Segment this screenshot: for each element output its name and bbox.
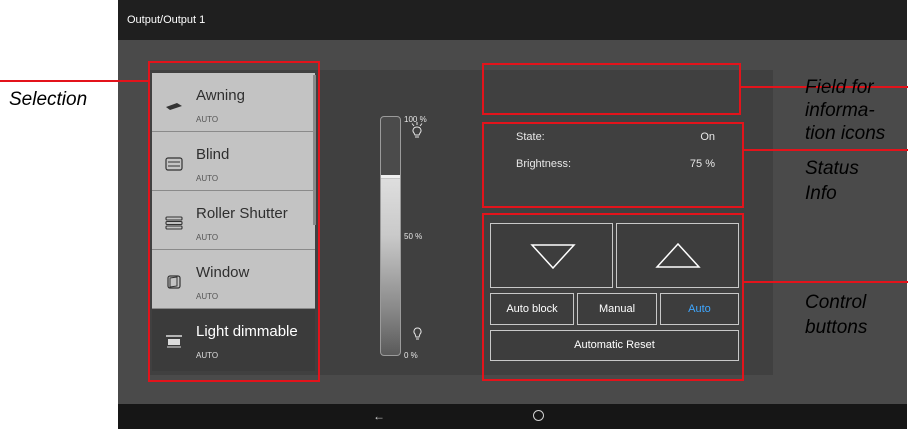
window-title: Output/Output 1 [127, 14, 206, 26]
selection-pointer-line [0, 80, 148, 82]
brightness-slider-handle[interactable] [381, 175, 400, 178]
info-icons-frame [482, 63, 741, 115]
annotation-status-line1: Status [805, 158, 859, 179]
title-bar [118, 0, 907, 40]
selection-frame [148, 61, 320, 382]
back-arrow-icon[interactable]: ← [372, 409, 386, 423]
annotation-control-line1: Control [805, 292, 867, 313]
slider-min-label: 0 % [404, 351, 418, 360]
control-pointer-line [744, 281, 908, 283]
annotation-field-line1: Field for [805, 77, 874, 98]
navigation-bar [118, 404, 907, 429]
slider-mid-label: 50 % [404, 232, 423, 241]
control-buttons-frame [482, 213, 744, 381]
bulb-on-icon [411, 122, 423, 138]
annotation-field-line2: informa- [805, 100, 875, 121]
status-info-frame [482, 122, 744, 208]
brightness-slider[interactable] [380, 116, 401, 356]
status-pointer-line [744, 149, 908, 151]
bulb-off-icon [413, 327, 422, 340]
annotation-control-line2: buttons [805, 317, 868, 338]
home-icon[interactable] [533, 410, 544, 421]
annotation-selection: Selection [9, 89, 88, 110]
annotation-field-line3: tion icons [805, 123, 886, 144]
annotation-status-line2: Info [805, 183, 837, 204]
